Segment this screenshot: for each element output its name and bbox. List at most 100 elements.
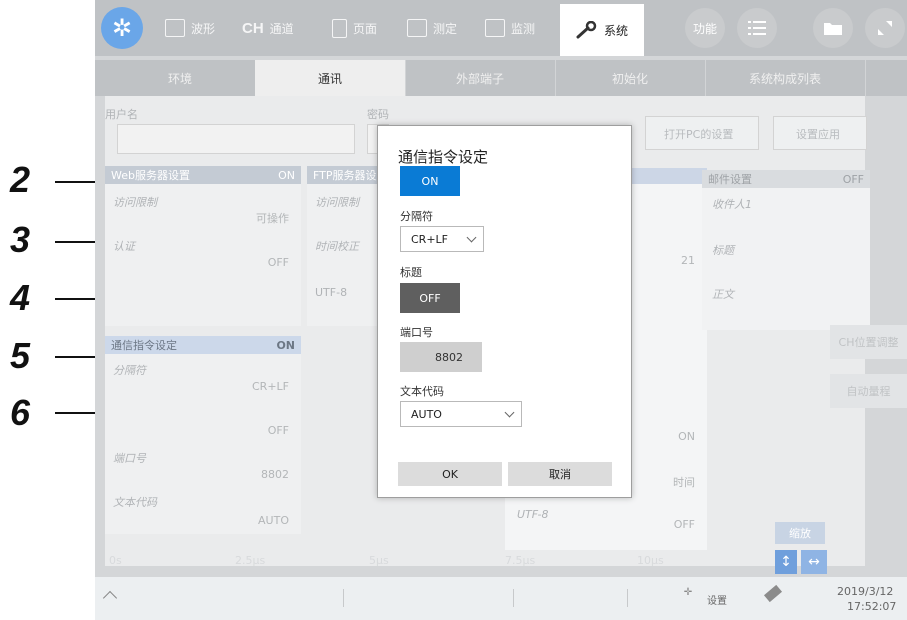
page-icon xyxy=(332,18,347,38)
list-menu-icon[interactable] xyxy=(737,8,777,48)
tab-page[interactable]: 页面 xyxy=(320,8,402,48)
tab-waveform[interactable]: 波形 xyxy=(153,8,235,48)
status-divider xyxy=(343,589,344,607)
panel-status: OFF xyxy=(842,172,864,186)
axis-tick: 10μs xyxy=(637,554,664,567)
expand-icon[interactable] xyxy=(865,8,905,48)
field-value: OFF xyxy=(267,256,289,269)
zoom-button[interactable]: 缩放 xyxy=(775,522,825,544)
textcode-select[interactable]: AUTO xyxy=(400,401,522,427)
ch-icon: CH xyxy=(242,19,264,37)
header-label: 标题 xyxy=(400,266,422,279)
mail-settings-header: 邮件设置 OFF xyxy=(702,170,870,188)
tab-measure[interactable]: 测定 xyxy=(395,8,477,48)
chevron-up-icon[interactable] xyxy=(102,590,118,606)
field-value: 可操作 xyxy=(256,212,289,225)
status-divider xyxy=(513,589,514,607)
port-label: 端口号 xyxy=(400,326,433,339)
subtab-initialize[interactable]: 初始化 xyxy=(555,60,706,96)
mail-settings-panel: 收件人1 标题 正文 xyxy=(702,188,870,330)
field-label: 端口号 xyxy=(113,452,146,465)
axis-tick: 5μs xyxy=(369,554,389,567)
top-toolbar: ✲ 波形 CH 通道 页面 测定 监测 系统 功能 xyxy=(95,0,907,56)
field-value: UTF-8 xyxy=(315,286,348,299)
field-value: UTF-8 xyxy=(517,508,549,521)
folder-shape xyxy=(824,23,842,35)
status-divider xyxy=(627,589,628,607)
panel-status: ON xyxy=(276,338,295,352)
delimiter-value: CR+LF xyxy=(411,232,448,246)
subtab-external-terminal[interactable]: 外部端子 xyxy=(405,60,556,96)
dialog-title: 通信指令设定 xyxy=(398,148,489,166)
panel-status: ON xyxy=(278,168,295,182)
tab-system[interactable]: 系统 xyxy=(560,4,644,56)
wrench-icon xyxy=(576,21,597,39)
callout-number: 3 xyxy=(10,219,31,260)
header-toggle[interactable]: OFF xyxy=(400,283,460,313)
button-label: 设置应用 xyxy=(796,128,840,141)
callout-number: 5 xyxy=(10,335,31,376)
field-label: 分隔符 xyxy=(113,364,146,377)
axis-tick: 7.5μs xyxy=(505,554,536,567)
subtab-system-config[interactable]: 系统构成列表 xyxy=(705,60,866,96)
field-label: 访问限制 xyxy=(315,196,359,209)
web-server-panel: 访问限制 可操作 认证 OFF xyxy=(105,184,301,326)
field-value: CR+LF xyxy=(252,380,289,393)
tab-channel[interactable]: CH 通道 xyxy=(230,8,312,48)
status-bar: ✛ 设置 2019/3/12 17:52:07 xyxy=(95,577,907,620)
command-enable-toggle[interactable]: ON xyxy=(400,166,460,196)
field-label: 认证 xyxy=(113,240,135,253)
textcode-label: 文本代码 xyxy=(400,385,444,398)
field-label: 标题 xyxy=(712,244,734,257)
monitor-icon xyxy=(485,19,505,37)
subtab-communication[interactable]: 通讯 xyxy=(255,60,406,96)
cursor-xy-icon[interactable]: ✛ xyxy=(675,587,701,609)
field-label: 正文 xyxy=(712,288,734,301)
ch-position-button[interactable]: CH位置调整 xyxy=(830,325,907,359)
open-pc-settings-button[interactable]: 打开PC的设置 xyxy=(645,116,759,150)
folder-icon[interactable] xyxy=(813,8,853,48)
port-field[interactable]: 8802 xyxy=(400,342,482,372)
status-time: 17:52:07 xyxy=(847,600,897,613)
panel-title: 邮件设置 xyxy=(708,173,752,186)
settings-status-label: 设置 xyxy=(707,596,727,607)
field-value: ON xyxy=(678,430,695,443)
command-settings-header: 通信指令设定 ON xyxy=(105,336,301,354)
auto-range-button[interactable]: 自动量程 xyxy=(830,374,907,408)
field-value: AUTO xyxy=(258,514,289,527)
password-label: 密码 xyxy=(367,108,389,121)
field-label: 访问限制 xyxy=(113,196,157,209)
tab-label: 测定 xyxy=(433,21,458,36)
settings-subtabs: 环境 通讯 外部端子 初始化 系统构成列表 xyxy=(95,60,907,96)
tab-label: 系统 xyxy=(603,23,628,38)
tab-label: 页面 xyxy=(353,21,378,36)
subtab-environment[interactable]: 环境 xyxy=(105,60,256,96)
horizontal-zoom-icon[interactable]: ↔ xyxy=(801,550,827,574)
callout-number: 2 xyxy=(10,159,31,200)
panel-title: Web服务器设置 xyxy=(111,169,190,182)
chevron-down-icon xyxy=(466,232,477,243)
zoom-label: 缩放 xyxy=(789,527,811,540)
ok-button[interactable]: OK xyxy=(398,462,502,486)
field-label: 文本代码 xyxy=(113,496,157,509)
panel-title: 通信指令设定 xyxy=(111,339,177,352)
delimiter-select[interactable]: CR+LF xyxy=(400,226,484,252)
list-icon xyxy=(748,21,766,35)
tab-label: 通道 xyxy=(269,21,294,36)
status-date: 2019/3/12 xyxy=(837,585,894,598)
web-server-header: Web服务器设置 ON xyxy=(105,166,301,184)
field-value: OFF xyxy=(673,518,695,531)
apply-settings-button[interactable]: 设置应用 xyxy=(773,116,867,150)
cancel-button[interactable]: 取消 xyxy=(508,462,612,486)
gear-icon[interactable]: ✲ xyxy=(101,7,143,49)
eraser-icon[interactable] xyxy=(763,584,783,603)
button-label: 打开PC的设置 xyxy=(664,128,734,141)
field-value: 21 xyxy=(681,254,695,267)
vertical-zoom-icon[interactable]: ↕ xyxy=(775,550,797,574)
chevron-down-icon xyxy=(504,407,515,418)
waveform-icon xyxy=(165,19,185,37)
tab-monitor[interactable]: 监测 xyxy=(473,8,555,48)
function-button[interactable]: 功能 xyxy=(685,8,725,48)
username-input[interactable] xyxy=(117,124,355,154)
command-settings-panel: 分隔符 CR+LF OFF 端口号 8802 文本代码 AUTO xyxy=(105,354,301,534)
